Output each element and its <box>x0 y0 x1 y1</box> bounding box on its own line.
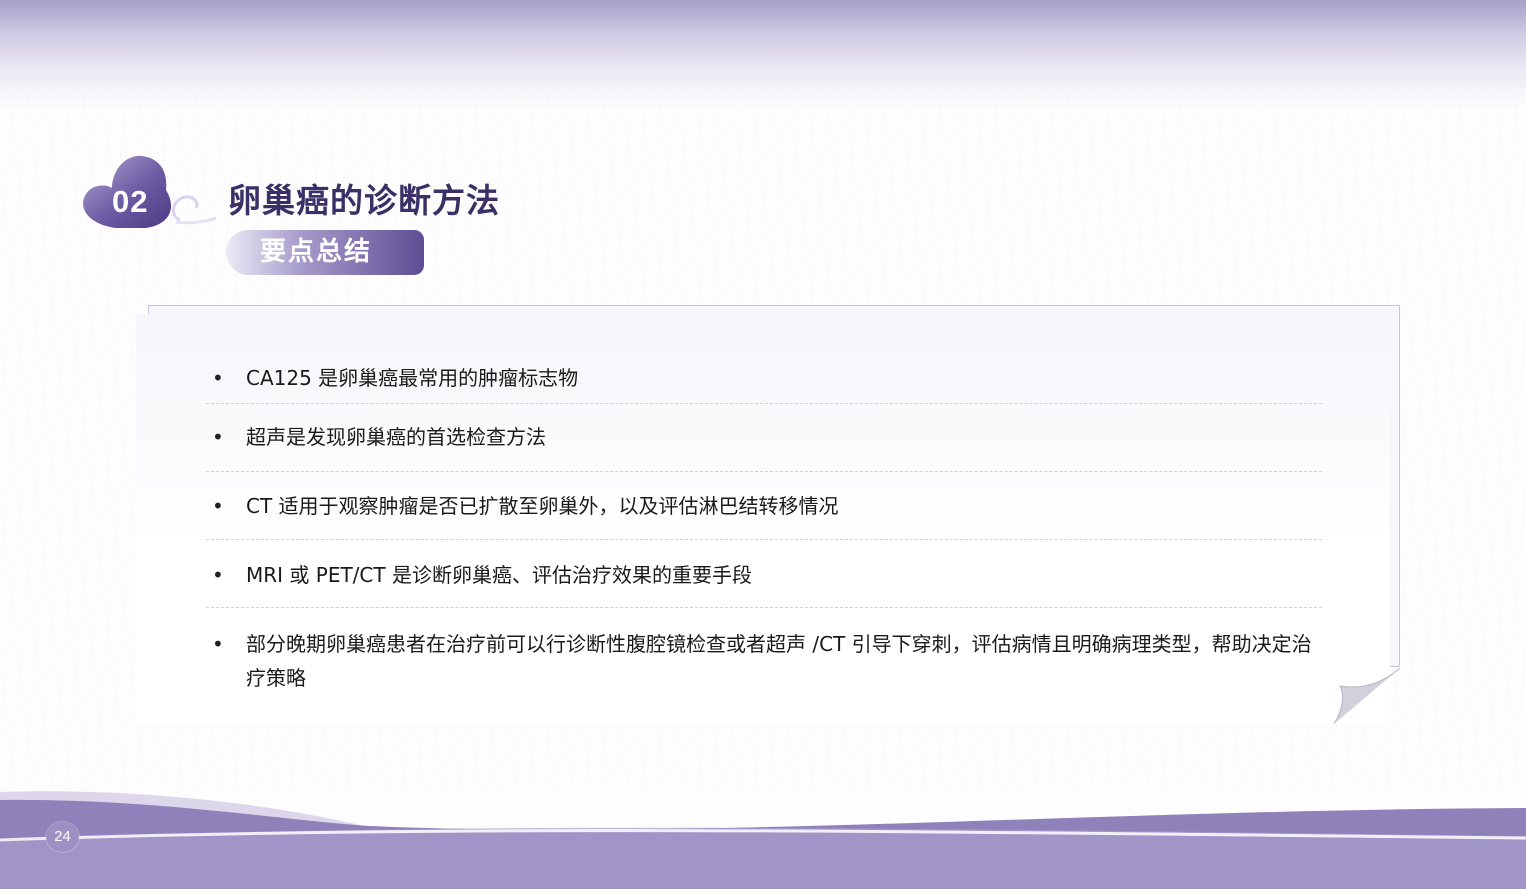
list-item-text: CA125 是卵巢癌最常用的肿瘤标志物 <box>246 366 579 390</box>
page-curl-icon <box>1333 666 1401 725</box>
key-points-list: • CA125 是卵巢癌最常用的肿瘤标志物 • 超声是发现卵巢癌的首选检查方法 … <box>206 346 1322 695</box>
subtitle-text: 要点总结 <box>260 237 373 267</box>
divider <box>206 403 1322 404</box>
list-item: • 超声是发现卵巢癌的首选检查方法 <box>206 420 1322 454</box>
divider <box>206 471 1322 472</box>
list-item-text: CT 适用于观察肿瘤是否已扩散至卵巢外，以及评估淋巴结转移情况 <box>246 494 839 518</box>
divider <box>206 539 1322 540</box>
bullet-icon: • <box>212 425 224 449</box>
list-item: • 部分晚期卵巢癌患者在治疗前可以行诊断性腹腔镜检查或者超声 /CT 引导下穿刺… <box>206 627 1322 695</box>
list-item-text: 部分晚期卵巢癌患者在治疗前可以行诊断性腹腔镜检查或者超声 /CT 引导下穿刺，评… <box>246 632 1312 690</box>
bullet-icon: • <box>212 632 224 656</box>
bullet-icon: • <box>212 494 224 518</box>
list-item-text: 超声是发现卵巢癌的首选检查方法 <box>246 425 546 449</box>
bullet-icon: • <box>212 563 224 587</box>
heart-badge-icon <box>83 155 217 228</box>
list-item: • CA125 是卵巢癌最常用的肿瘤标志物 <box>206 361 1322 395</box>
bottom-wave-decoration <box>0 791 1526 889</box>
list-item: • MRI 或 PET/CT 是诊断卵巢癌、评估治疗效果的重要手段 <box>206 558 1322 592</box>
subtitle-pill: 要点总结 <box>226 230 424 275</box>
divider <box>206 607 1322 608</box>
section-number: 02 <box>112 184 149 219</box>
bullet-icon: • <box>212 366 224 390</box>
list-item-text: MRI 或 PET/CT 是诊断卵巢癌、评估治疗效果的重要手段 <box>246 563 752 587</box>
page-number: 24 <box>54 828 71 845</box>
page-number-badge: 24 <box>46 822 79 852</box>
list-item: • CT 适用于观察肿瘤是否已扩散至卵巢外，以及评估淋巴结转移情况 <box>206 489 1322 523</box>
page-title: 卵巢癌的诊断方法 <box>228 181 500 220</box>
